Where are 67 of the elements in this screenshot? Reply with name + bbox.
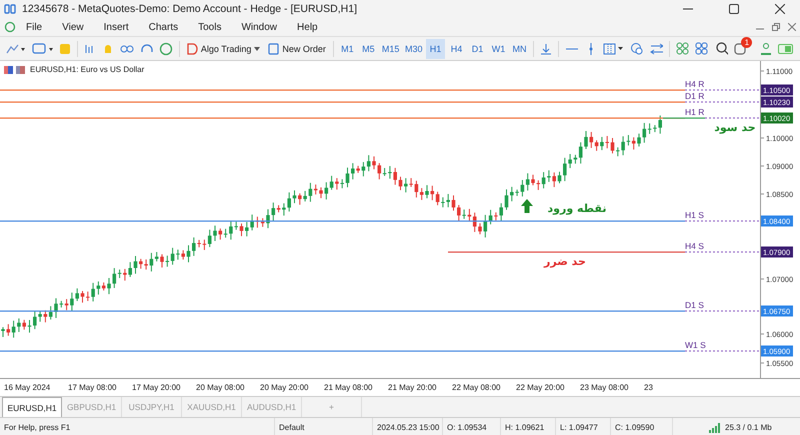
maximize-icon [729, 4, 739, 14]
chart-title: EURUSD,H1: Euro vs US Dollar [30, 65, 144, 74]
chart-tab[interactable]: GBPUSD,H1 [62, 397, 122, 417]
time-label: 17 May 08:00 [68, 383, 118, 392]
menu-item[interactable]: Help [287, 22, 328, 32]
chart-tab[interactable]: XAUUSD,H1 [182, 397, 242, 417]
window-title: 12345678 - MetaQuotes-Demo: Demo Account - Hedge - [EURUSD,H1] [22, 3, 358, 15]
annotation-text: نقطه ورود [548, 202, 606, 215]
time-label: 21 May 08:00 [324, 383, 374, 392]
chart-tab[interactable]: + [302, 397, 362, 417]
status-text: For Help, press F1 [0, 418, 275, 435]
menu-item[interactable]: View [52, 22, 94, 32]
time-label: 21 May 20:00 [388, 383, 438, 392]
take-profit-line [663, 118, 705, 119]
level-label: D1 R [685, 91, 704, 101]
notification-badge: 1 [741, 36, 752, 48]
level-label: H4 S [685, 241, 704, 251]
timeframe-button[interactable]: H4 [447, 38, 466, 58]
menu-item[interactable]: Insert [94, 22, 139, 32]
restore-icon [772, 23, 780, 31]
level-label: D1 S [685, 300, 704, 310]
status-text: O: 1.09534 [443, 418, 501, 435]
timeframe-button[interactable]: M5 [358, 38, 378, 58]
timeframe-button[interactable]: MN [510, 38, 530, 58]
menu-item[interactable]: Window [231, 22, 288, 32]
signal-bars-icon [709, 423, 721, 433]
menu-item[interactable]: File [16, 22, 52, 32]
status-text: Default [275, 418, 373, 435]
annotation-text: حد سود [714, 121, 756, 134]
time-label: 23 [644, 383, 654, 392]
status-text: 2024.05.23 15:00 [373, 418, 443, 435]
chart-tab[interactable]: USDJPY,H1 [122, 397, 182, 417]
menu-item[interactable]: Tools [188, 22, 232, 32]
chart-tab[interactable]: EURUSD,H1 [2, 397, 62, 417]
new-order-button[interactable]: New Order [265, 38, 329, 58]
close-icon [788, 23, 796, 31]
level-label: H4 R [685, 79, 704, 89]
caret-icon [254, 46, 260, 50]
level-label: H1 S [685, 210, 704, 220]
time-label: 17 May 20:00 [132, 383, 182, 392]
annotation-text: حد ضرر [544, 255, 586, 268]
time-label: 16 May 2024 [4, 383, 52, 392]
level-label: W1 S [685, 340, 706, 350]
status-text: L: 1.09477 [556, 418, 611, 435]
status-text: C: 1.09590 [611, 418, 673, 435]
status-text: H: 1.09621 [501, 418, 556, 435]
timeframe-button[interactable]: M30 [402, 38, 424, 58]
timeframe-button[interactable]: M1 [338, 38, 357, 58]
algo-trading-button[interactable]: Algo Trading [184, 38, 264, 58]
time-label: 23 May 08:00 [580, 383, 630, 392]
timeframe-button[interactable]: W1 [489, 38, 508, 58]
time-label: 22 May 20:00 [516, 383, 566, 392]
time-label: 20 May 20:00 [260, 383, 310, 392]
flag-icon [4, 66, 13, 74]
timeframe-button[interactable]: H1 [426, 38, 446, 58]
app-icon [4, 3, 16, 15]
chart-tab[interactable]: AUDUSD,H1 [242, 397, 302, 417]
status-text: 25.3 / 0.1 Mb [724, 422, 772, 434]
time-label: 22 May 08:00 [452, 383, 502, 392]
timeframe-button[interactable]: M15 [380, 38, 401, 58]
up-arrow-icon [521, 199, 533, 213]
menu-item[interactable]: Charts [138, 22, 188, 32]
flag-icon [16, 66, 25, 74]
timeframe-button[interactable]: D1 [468, 38, 488, 58]
time-label: 20 May 08:00 [196, 383, 246, 392]
level-label: H1 R [685, 107, 704, 117]
close-icon [775, 4, 785, 14]
